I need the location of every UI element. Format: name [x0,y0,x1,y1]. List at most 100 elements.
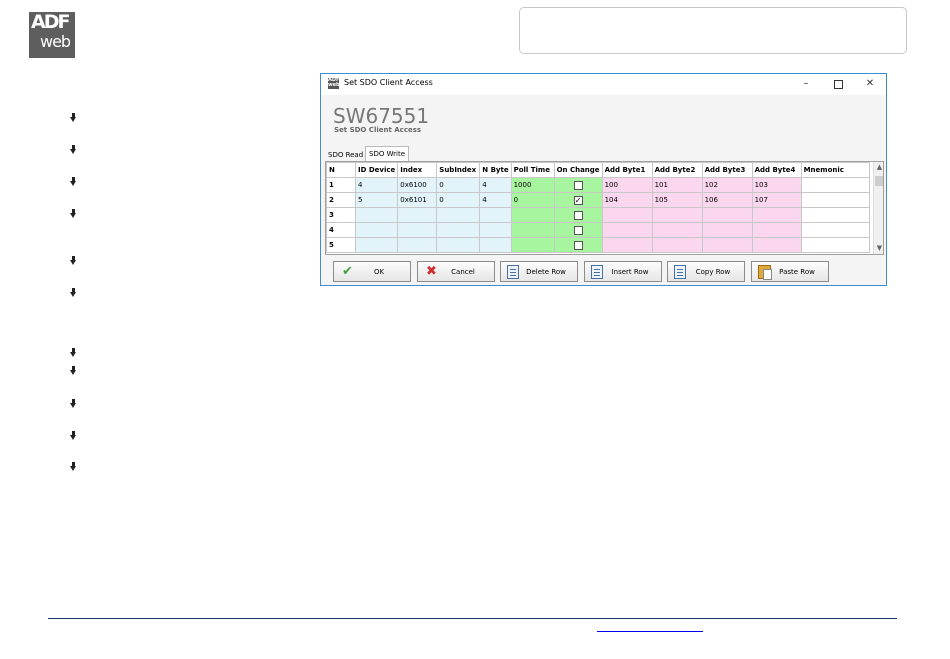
n-byte-cell[interactable] [479,237,512,253]
on-change-checkbox[interactable] [573,210,583,220]
scroll-down-arrow-icon[interactable]: ▼ [875,243,883,253]
tab-sdo-read[interactable]: SDO Read [325,148,366,162]
delete-row-button[interactable]: Delete Row [500,261,578,282]
n-byte-cell[interactable]: 4 [479,192,512,208]
sdo-write-table-area: N ID Device Index SubIndex N Byte Poll T… [325,161,884,255]
on-change-cell[interactable] [553,237,603,253]
index-cell[interactable]: 0x6101 [397,192,438,208]
column-header: Index [397,162,438,178]
column-header: N Byte [479,162,512,178]
dialog-button-bar: ✔ OK ✖ Cancel Delete Row Insert Row Copy… [321,259,886,285]
add-byte1-cell[interactable]: 100 [601,177,653,193]
index-cell[interactable]: 0x6100 [397,177,438,193]
minimize-button[interactable]: – [791,75,821,93]
close-button[interactable]: ✕ [855,75,885,93]
poll-time-cell[interactable] [510,222,555,238]
add-byte4-cell[interactable] [751,222,802,238]
on-change-checkbox[interactable] [573,180,583,190]
subindex-cell[interactable]: 0 [436,192,481,208]
on-change-checkbox[interactable] [573,225,583,235]
index-cell[interactable] [397,222,438,238]
scrollbar-thumb[interactable] [875,176,883,186]
add-byte2-cell[interactable] [651,207,703,223]
add-byte3-cell[interactable] [701,222,753,238]
ok-button-label: OK [373,268,385,276]
add-byte1-cell[interactable] [601,222,653,238]
id-device-cell[interactable] [354,222,399,238]
column-header: SubIndex [436,162,481,178]
sdo-write-table: N ID Device Index SubIndex N Byte Poll T… [326,162,870,253]
subindex-cell[interactable] [436,237,481,253]
footer-divider [48,618,897,619]
n-byte-cell[interactable]: 4 [479,177,512,193]
add-byte2-cell[interactable] [651,222,703,238]
poll-time-cell[interactable]: 1000 [510,177,555,193]
add-byte3-cell[interactable] [701,237,753,253]
on-change-cell[interactable] [553,177,603,193]
add-byte2-cell[interactable] [651,237,703,253]
add-byte4-cell[interactable]: 107 [751,192,802,208]
mnemonic-cell[interactable] [800,222,870,238]
scroll-up-arrow-icon[interactable]: ▲ [875,162,883,172]
poll-time-cell[interactable]: 0 [510,192,555,208]
on-change-checkbox[interactable]: ✓ [573,195,583,205]
add-byte1-cell[interactable]: 104 [601,192,653,208]
table-vertical-scrollbar[interactable]: ▲ ▼ [873,162,883,254]
paste-row-button[interactable]: Paste Row [751,261,829,282]
on-change-cell[interactable] [553,207,603,223]
header-box [519,7,907,54]
paste-row-button-label: Paste Row [779,268,815,276]
insert-row-button[interactable]: Insert Row [584,261,662,282]
add-byte1-cell[interactable] [601,237,653,253]
id-device-cell[interactable] [354,237,399,253]
table-row: 3 [326,207,870,223]
subindex-cell[interactable] [436,222,481,238]
n-byte-cell[interactable] [479,222,512,238]
id-device-cell[interactable]: 4 [354,177,399,193]
add-byte2-cell[interactable]: 105 [651,192,703,208]
logo-text-bottom: web [40,32,71,51]
ok-button[interactable]: ✔ OK [333,261,411,282]
copy-row-button[interactable]: Copy Row [667,261,745,282]
mnemonic-cell[interactable] [800,237,870,253]
add-byte3-cell[interactable] [701,207,753,223]
logo-text-top: ADF [31,11,70,33]
mnemonic-cell[interactable] [800,192,870,208]
add-byte2-cell[interactable]: 101 [651,177,703,193]
window-titlebar[interactable]: ADF web Set SDO Client Access – ✕ [321,74,886,95]
poll-time-cell[interactable] [510,237,555,253]
id-device-cell[interactable] [354,207,399,223]
n-byte-cell[interactable] [479,207,512,223]
window-content: SW67551 Set SDO Client Access SDO Read S… [321,95,886,285]
app-icon: ADF web [328,78,339,89]
add-byte3-cell[interactable]: 106 [701,192,753,208]
mnemonic-cell[interactable] [800,207,870,223]
add-byte4-cell[interactable] [751,237,802,253]
index-cell[interactable] [397,207,438,223]
bullet-icon [70,431,77,441]
footer-link-underline[interactable] [597,631,703,632]
subindex-cell[interactable] [436,207,481,223]
add-byte1-cell[interactable] [601,207,653,223]
add-byte4-cell[interactable]: 103 [751,177,802,193]
subindex-cell[interactable]: 0 [436,177,481,193]
add-byte3-cell[interactable]: 102 [701,177,753,193]
add-byte4-cell[interactable] [751,207,802,223]
poll-time-cell[interactable] [510,207,555,223]
column-header: Poll Time [510,162,555,178]
index-cell[interactable] [397,237,438,253]
bullet-icon [70,177,77,187]
on-change-cell[interactable] [553,222,603,238]
bullet-icon [70,348,77,358]
row-number: 1 [326,177,356,193]
tab-sdo-write[interactable]: SDO Write [365,146,410,161]
bullet-icon [70,209,77,219]
cancel-button-label: Cancel [451,268,475,276]
mnemonic-cell[interactable] [800,177,870,193]
cancel-button[interactable]: ✖ Cancel [417,261,495,282]
on-change-checkbox[interactable] [573,240,583,250]
id-device-cell[interactable]: 5 [354,192,399,208]
on-change-cell[interactable]: ✓ [553,192,603,208]
maximize-button[interactable] [823,75,853,93]
sdo-client-access-window: ADF web Set SDO Client Access – ✕ SW67551… [320,73,887,286]
